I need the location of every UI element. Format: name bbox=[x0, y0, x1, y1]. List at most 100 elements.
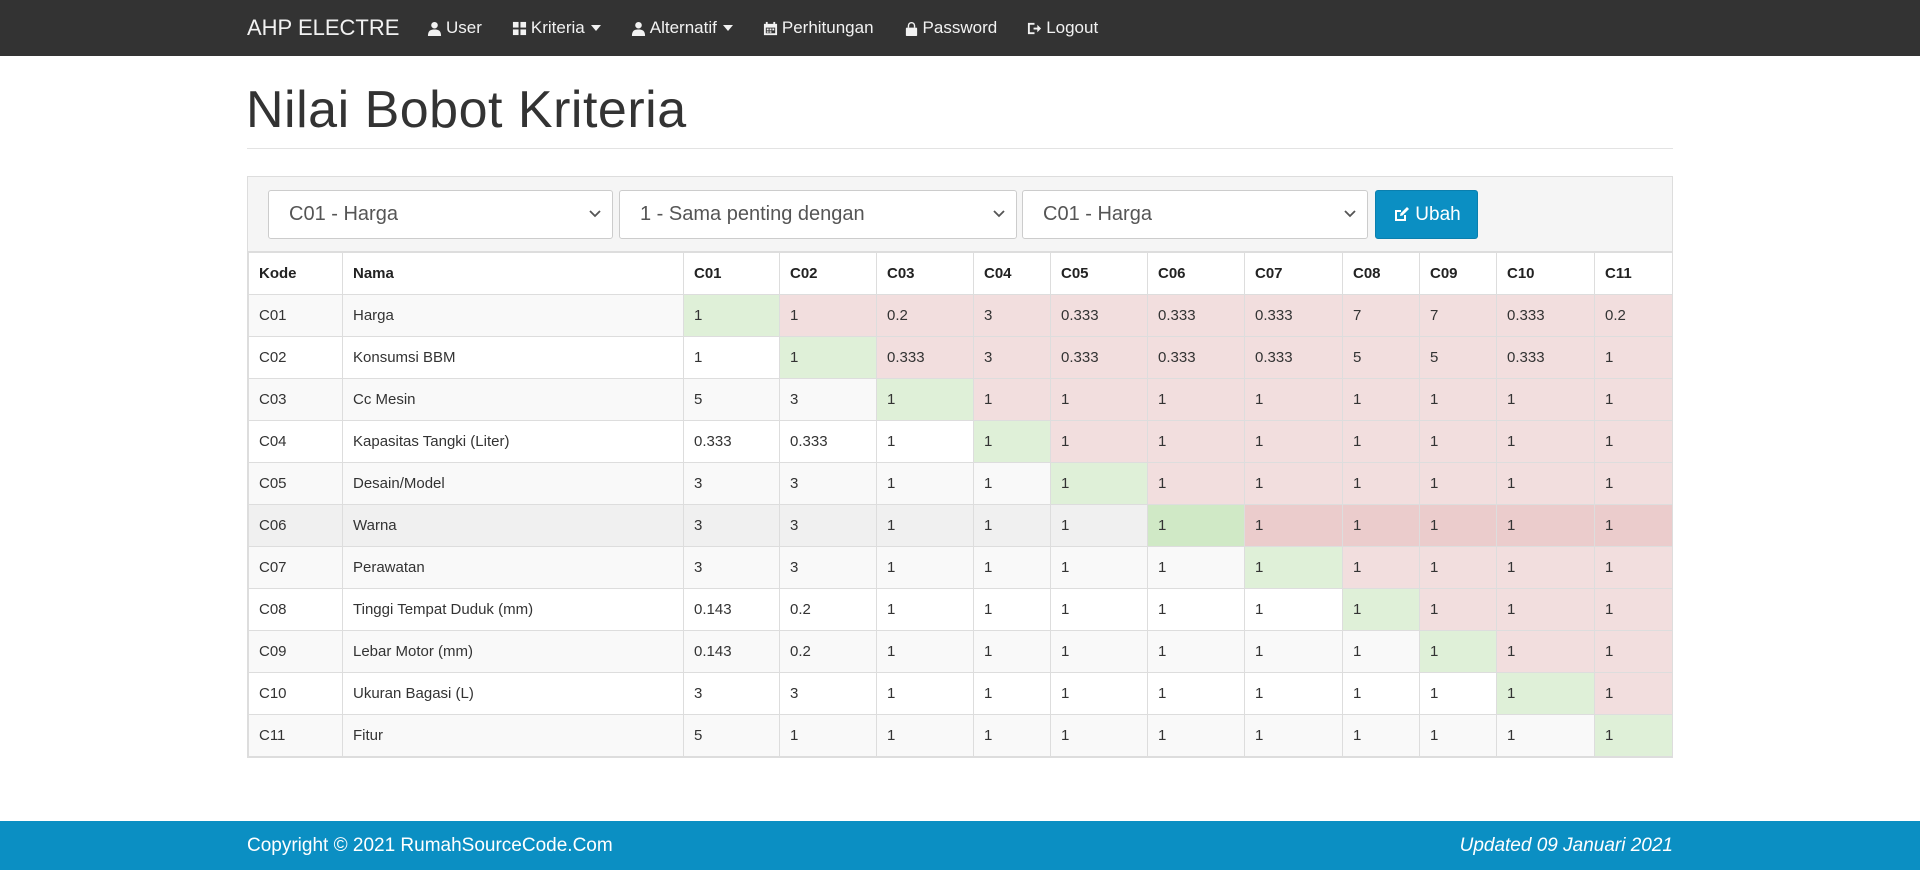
cell-nama: Konsumsi BBM bbox=[342, 336, 684, 379]
cell-value: 1 bbox=[876, 546, 974, 589]
table-row: C03 Cc Mesin 5 3 1 1 1 1 1 1 1 1 1 bbox=[248, 378, 1673, 421]
cell-value: 0.333 bbox=[876, 336, 974, 379]
cell-value: 1 bbox=[1594, 546, 1673, 589]
column-header: C11 bbox=[1594, 252, 1673, 295]
table-row: C04 Kapasitas Tangki (Liter) 0.333 0.333 1 1 1… bbox=[248, 420, 1673, 463]
cell-value: 0.2 bbox=[1594, 294, 1673, 337]
page-title: Nilai Bobot Kriteria bbox=[246, 81, 687, 139]
cell-value: 1 bbox=[973, 588, 1051, 631]
cell-value: 0.333 bbox=[1244, 336, 1343, 379]
cell-value: 3 bbox=[779, 462, 877, 505]
table-header-row: Kode Nama C01 C02 C03 C04 C05 C06 C07 C08 C09 C10 C1… bbox=[248, 252, 1673, 295]
nav-menu: User Kriteria Alternatif Perhitungan Pas… bbox=[412, 0, 1113, 56]
nav-item-password[interactable]: Password bbox=[889, 0, 1013, 56]
cell-value: 1 bbox=[973, 672, 1051, 715]
brand-link[interactable]: AHP ELECTRE bbox=[247, 0, 399, 56]
cell-value: 1 bbox=[1050, 714, 1148, 757]
title-divider bbox=[247, 148, 1673, 149]
table-row: C08 Tinggi Tempat Duduk (mm) 0.143 0.2 1 1 1 1 1… bbox=[248, 588, 1673, 631]
table-row: C05 Desain/Model 3 3 1 1 1 1 1 1 1 1 1 bbox=[248, 462, 1673, 505]
cell-kode: C10 bbox=[248, 672, 343, 715]
nav-item-alternatif[interactable]: Alternatif bbox=[616, 0, 748, 56]
column-header: C05 bbox=[1050, 252, 1148, 295]
column-header: C08 bbox=[1342, 252, 1420, 295]
kriteria1-select[interactable]: C01 - Harga bbox=[268, 190, 613, 239]
chevron-down-icon bbox=[1344, 210, 1356, 218]
cell-value: 1 bbox=[973, 378, 1051, 421]
cell-value: 1 bbox=[1419, 714, 1497, 757]
cell-kode: C05 bbox=[248, 462, 343, 505]
cell-value: 1 bbox=[1496, 462, 1595, 505]
cell-value: 1 bbox=[1147, 504, 1245, 547]
cell-value: 1 bbox=[1594, 378, 1673, 421]
cell-value: 1 bbox=[1050, 504, 1148, 547]
cell-value: 1 bbox=[1419, 630, 1497, 673]
cell-nama: Desain/Model bbox=[342, 462, 684, 505]
cell-value: 0.333 bbox=[1496, 294, 1595, 337]
cell-value: 1 bbox=[1419, 462, 1497, 505]
cell-value: 1 bbox=[1244, 504, 1343, 547]
cell-value: 1 bbox=[973, 546, 1051, 589]
nav-item-label: Kriteria bbox=[530, 18, 585, 37]
nav-item-kriteria[interactable]: Kriteria bbox=[497, 0, 616, 56]
cell-value: 1 bbox=[1419, 672, 1497, 715]
calendar-icon bbox=[763, 21, 777, 35]
cell-nama: Lebar Motor (mm) bbox=[342, 630, 684, 673]
bobot-table: Kode Nama C01 C02 C03 C04 C05 C06 C07 C08 C09 C10 C1… bbox=[248, 252, 1673, 757]
cell-value: 1 bbox=[1244, 420, 1343, 463]
cell-kode: C01 bbox=[248, 294, 343, 337]
table-row: C01 Harga 1 1 0.2 3 0.333 0.333 0.333 7 7 0.333 0.2 bbox=[248, 294, 1673, 337]
table-row: C10 Ukuran Bagasi (L) 3 3 1 1 1 1 1 1 1 1 1 bbox=[248, 672, 1673, 715]
cell-value: 1 bbox=[1496, 420, 1595, 463]
cell-value: 1 bbox=[973, 420, 1051, 463]
nilai-select[interactable]: 1 - Sama penting dengan bbox=[619, 190, 1017, 239]
cell-value: 0.333 bbox=[683, 420, 780, 463]
cell-value: 1 bbox=[1050, 546, 1148, 589]
chevron-down-icon bbox=[589, 210, 601, 218]
footer: Copyright © 2021 RumahSourceCode.Com Upd… bbox=[0, 821, 1920, 870]
cell-value: 3 bbox=[683, 546, 780, 589]
cell-value: 1 bbox=[1496, 504, 1595, 547]
table-row: C09 Lebar Motor (mm) 0.143 0.2 1 1 1 1 1 1 1 1 1 bbox=[248, 630, 1673, 673]
nav-item-label: Alternatif bbox=[649, 18, 717, 37]
table-body: C01 Harga 1 1 0.2 3 0.333 0.333 0.333 7 7 0.333 0.2 C… bbox=[248, 294, 1673, 757]
cell-kode: C09 bbox=[248, 630, 343, 673]
nav-item-user[interactable]: User bbox=[412, 0, 497, 56]
cell-value: 1 bbox=[1050, 462, 1148, 505]
cell-value: 1 bbox=[1147, 588, 1245, 631]
cell-nama: Tinggi Tempat Duduk (mm) bbox=[342, 588, 684, 631]
cell-value: 1 bbox=[1419, 378, 1497, 421]
nav-item-logout[interactable]: Logout bbox=[1012, 0, 1113, 56]
cell-value: 1 bbox=[683, 294, 780, 337]
cell-nama: Perawatan bbox=[342, 546, 684, 589]
cell-value: 1 bbox=[1496, 672, 1595, 715]
copyright-text: Copyright © 2021 RumahSourceCode.Com bbox=[247, 835, 613, 856]
column-header: C06 bbox=[1147, 252, 1245, 295]
cell-value: 0.2 bbox=[876, 294, 974, 337]
cell-nama: Fitur bbox=[342, 714, 684, 757]
cell-value: 1 bbox=[1419, 504, 1497, 547]
nav-item-perhitungan[interactable]: Perhitungan bbox=[748, 0, 889, 56]
ubah-button[interactable]: Ubah bbox=[1375, 190, 1478, 239]
chevron-down-icon bbox=[993, 210, 1005, 218]
cell-value: 1 bbox=[973, 630, 1051, 673]
cell-value: 1 bbox=[779, 714, 877, 757]
cell-value: 1 bbox=[1050, 630, 1148, 673]
cell-value: 1 bbox=[1496, 378, 1595, 421]
cell-value: 1 bbox=[1244, 462, 1343, 505]
edit-icon bbox=[1395, 206, 1410, 221]
cell-value: 0.143 bbox=[683, 588, 780, 631]
cell-value: 5 bbox=[683, 714, 780, 757]
column-header: Kode bbox=[248, 252, 343, 295]
caret-down-icon bbox=[722, 25, 733, 31]
cell-value: 0.333 bbox=[1496, 336, 1595, 379]
cell-value: 0.333 bbox=[1147, 294, 1245, 337]
navbar: AHP ELECTRE User Kriteria Alternatif Per… bbox=[0, 0, 1920, 56]
kriteria2-select[interactable]: C01 - Harga bbox=[1022, 190, 1368, 239]
column-header: C10 bbox=[1496, 252, 1595, 295]
cell-value: 7 bbox=[1419, 294, 1497, 337]
cell-nama: Kapasitas Tangki (Liter) bbox=[342, 420, 684, 463]
cell-value: 1 bbox=[1419, 546, 1497, 589]
cell-kode: C07 bbox=[248, 546, 343, 589]
cell-value: 3 bbox=[973, 294, 1051, 337]
